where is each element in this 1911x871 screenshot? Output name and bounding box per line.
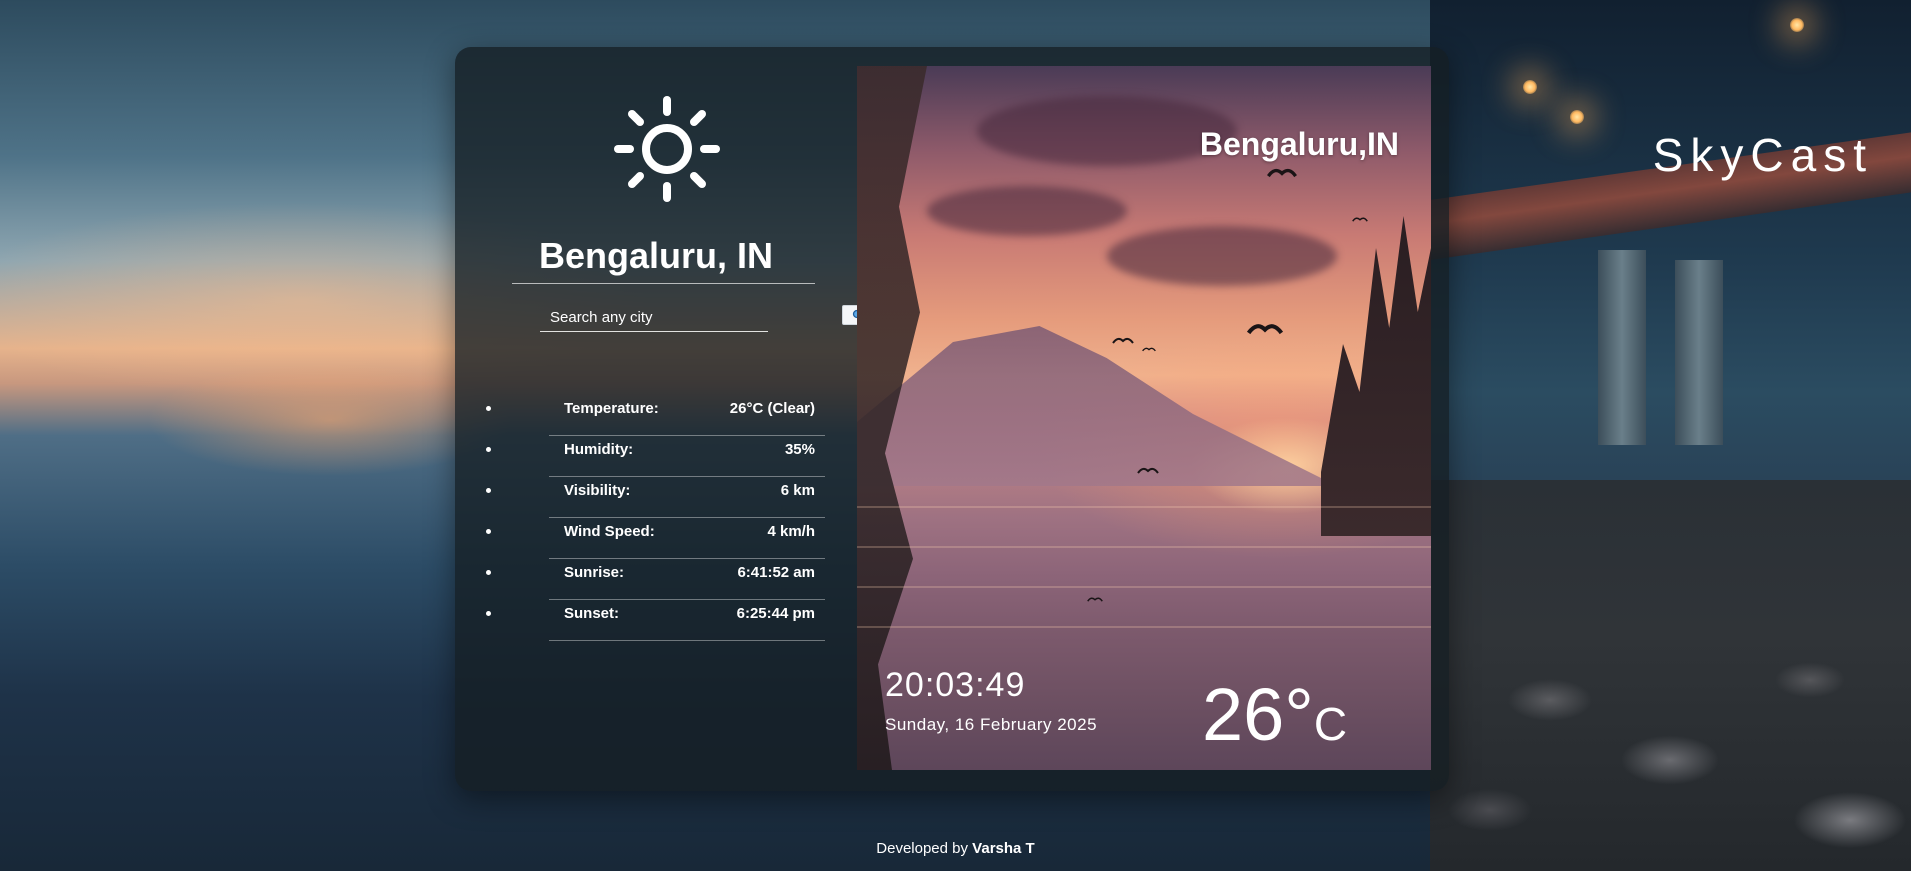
weather-stats-list: Temperature: 26°C (Clear) Humidity: 35% … <box>486 396 825 642</box>
current-temperature: 26°C <box>1202 678 1347 761</box>
bird-icon <box>1247 324 1283 335</box>
stat-sunrise: Sunrise: 6:41:52 am <box>486 560 825 600</box>
stat-label: Visibility: <box>564 482 631 499</box>
stat-value: 6 km <box>780 482 815 499</box>
temperature-unit: C <box>1313 698 1348 750</box>
scene-ripple <box>857 586 1431 588</box>
bullet <box>486 447 491 452</box>
brand-logo: SkyCast <box>1652 129 1873 181</box>
bullet <box>486 406 491 411</box>
temperature-value: 26° <box>1202 673 1314 756</box>
street-lamp <box>1570 110 1584 124</box>
scene-cloud <box>977 96 1237 166</box>
street-lamp <box>1523 80 1537 94</box>
scene-image-panel: Bengaluru,IN 20:03:49 Sunday, 16 Februar… <box>857 66 1431 770</box>
divider <box>512 283 815 284</box>
bird-icon <box>1267 168 1297 178</box>
bridge-pillar <box>1598 250 1646 445</box>
scene-cloud <box>1107 226 1337 286</box>
scene-ripple <box>857 506 1431 508</box>
bullet <box>486 570 491 575</box>
bullet <box>486 611 491 616</box>
search-input[interactable] <box>540 303 768 332</box>
stat-temperature: Temperature: 26°C (Clear) <box>486 396 825 436</box>
stat-label: Sunset: <box>564 605 620 622</box>
bird-icon <box>1137 467 1159 474</box>
current-date: Sunday, 16 February 2025 <box>885 715 1098 734</box>
city-title: Bengaluru, IN <box>538 235 774 276</box>
stat-value: 35% <box>784 441 815 458</box>
street-lamp <box>1790 18 1804 32</box>
stat-value: 6:25:44 pm <box>736 605 815 622</box>
stat-value: 26°C (Clear) <box>729 400 815 417</box>
sun-icon <box>614 96 720 202</box>
bird-icon <box>1142 347 1156 352</box>
scene-trees <box>1321 216 1431 536</box>
stat-sunset: Sunset: 6:25:44 pm <box>486 601 825 641</box>
stat-label: Humidity: <box>564 441 634 458</box>
stat-humidity: Humidity: 35% <box>486 437 825 477</box>
scene-ripple <box>857 546 1431 548</box>
weather-card: Bengaluru, IN Temperature: 26°C (Clear) … <box>455 47 1449 791</box>
bullet <box>486 529 491 534</box>
footer-prefix: Developed by <box>876 840 968 857</box>
scene-cloud <box>927 186 1127 236</box>
weather-details-panel: Bengaluru, IN Temperature: 26°C (Clear) … <box>455 47 874 791</box>
current-time: 20:03:49 <box>885 666 1026 704</box>
stat-value: 6:41:52 am <box>737 564 815 581</box>
bullet <box>486 488 491 493</box>
stat-label: Temperature: <box>564 400 659 417</box>
bird-icon <box>1112 337 1134 344</box>
bird-icon <box>1352 217 1368 222</box>
stat-label: Wind Speed: <box>564 523 655 540</box>
background-rocks <box>1430 480 1911 871</box>
footer: Developed by Varsha T <box>0 840 1911 857</box>
footer-author: Varsha T <box>972 840 1035 857</box>
bird-icon <box>1087 597 1103 602</box>
stat-visibility: Visibility: 6 km <box>486 478 825 518</box>
stat-value: 4 km/h <box>767 523 815 540</box>
stat-wind-speed: Wind Speed: 4 km/h <box>486 519 825 559</box>
scene-mountain <box>857 326 1337 486</box>
bridge-pillar <box>1675 260 1723 445</box>
scene-city-label: Bengaluru,IN <box>1199 126 1399 162</box>
scene-ripple <box>857 626 1431 628</box>
search-bar <box>540 303 874 333</box>
stat-label: Sunrise: <box>564 564 625 581</box>
